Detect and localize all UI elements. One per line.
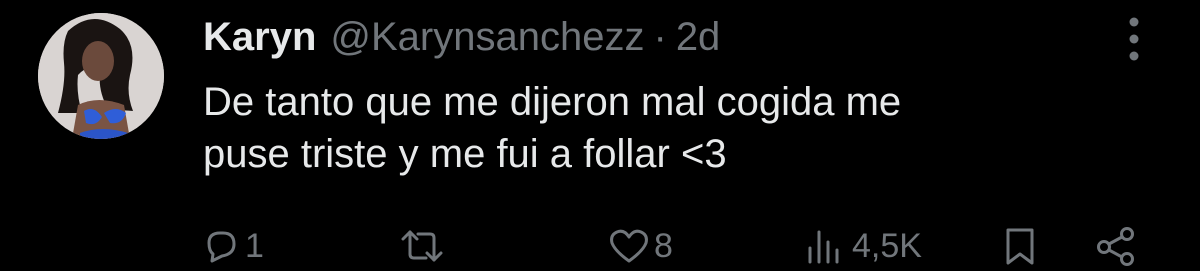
tweet-timestamp[interactable]: 2d bbox=[676, 15, 721, 60]
views-count: 4,5K bbox=[852, 226, 922, 265]
views-icon bbox=[808, 230, 839, 264]
author-name[interactable]: Karyn bbox=[203, 15, 316, 60]
share-button[interactable] bbox=[1094, 226, 1138, 266]
like-icon bbox=[610, 229, 648, 263]
reply-icon bbox=[207, 231, 236, 263]
avatar-image bbox=[38, 13, 164, 139]
tweet-actions-bar: 1 8 4,5K bbox=[0, 222, 1200, 271]
avatar[interactable] bbox=[38, 13, 164, 139]
reply-count: 1 bbox=[245, 226, 264, 265]
header-separator: · bbox=[653, 14, 667, 59]
views-button[interactable]: 4,5K bbox=[804, 226, 922, 266]
author-handle[interactable]: @Karynsanchezz bbox=[330, 15, 644, 60]
like-count: 8 bbox=[654, 226, 673, 265]
retweet-icon bbox=[401, 230, 443, 262]
reply-button[interactable]: 1 bbox=[201, 226, 264, 266]
share-icon bbox=[1097, 227, 1134, 266]
retweet-button[interactable] bbox=[400, 226, 448, 266]
tweet-text: De tanto que me dijeron mal cogida me pu… bbox=[203, 80, 902, 176]
like-button[interactable]: 8 bbox=[608, 226, 673, 266]
more-vertical-icon bbox=[1129, 17, 1139, 61]
bookmark-icon bbox=[1006, 228, 1034, 265]
tweet-header: Karyn @Karynsanchezz · 2d bbox=[203, 10, 720, 64]
bookmark-button[interactable] bbox=[1000, 226, 1040, 266]
more-options-button[interactable] bbox=[1119, 14, 1149, 64]
